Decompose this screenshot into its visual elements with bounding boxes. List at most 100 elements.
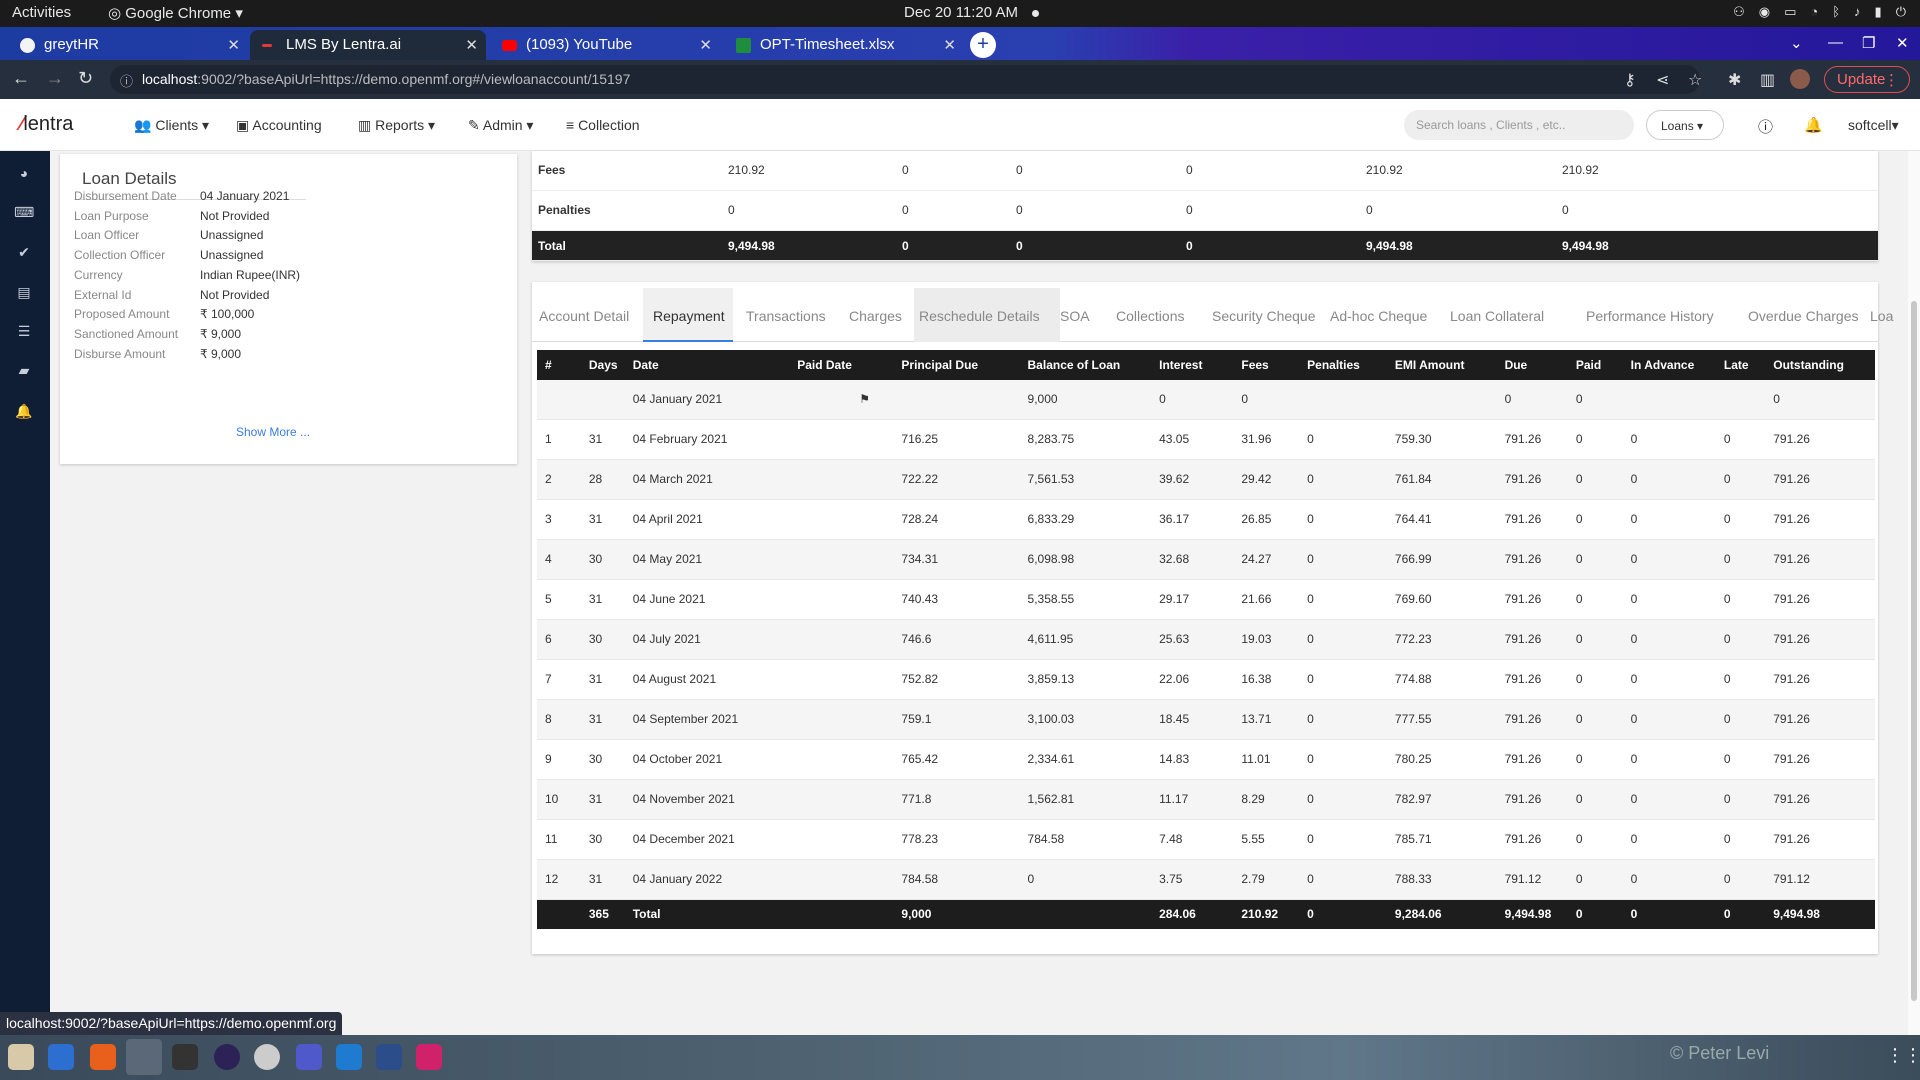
column-header[interactable]: Paid	[1567, 350, 1623, 380]
bluetooth-icon[interactable]: ᛒ	[1832, 4, 1840, 20]
chrome-dock-icon[interactable]	[126, 1039, 162, 1075]
column-header[interactable]: Fees	[1233, 350, 1300, 380]
power-menu-icon[interactable]: ⏻	[1896, 4, 1906, 20]
tab-performance-history[interactable]: Performance History	[1586, 308, 1714, 324]
browser-tab-lms[interactable]: LMS By Lentra.ai ✕	[250, 30, 486, 60]
tab-overdue-charges[interactable]: Overdue Charges	[1748, 308, 1859, 324]
lentra-logo[interactable]: ⁄lentra	[20, 113, 73, 136]
reload-icon[interactable]: ↻	[78, 68, 93, 89]
intellij-icon[interactable]	[416, 1044, 442, 1070]
close-tab-icon[interactable]: ✕	[465, 36, 478, 54]
files-icon[interactable]	[8, 1044, 34, 1070]
nav-reports[interactable]: ▥ Reports ▾	[358, 117, 435, 134]
tab-soa[interactable]: SOA	[1060, 308, 1090, 324]
close-tab-icon[interactable]: ✕	[943, 36, 956, 54]
tab-loa[interactable]: Loa	[1870, 308, 1893, 324]
tab-loan-collateral[interactable]: Loan Collateral	[1450, 308, 1544, 324]
tab-search-icon[interactable]: ⌄	[1790, 34, 1803, 52]
software-center-icon[interactable]	[90, 1044, 116, 1070]
browser-tab-timesheet[interactable]: OPT-Timesheet.xlsx ✕	[724, 30, 964, 60]
tab-transactions[interactable]: Transactions	[746, 308, 826, 324]
forward-icon[interactable]: →	[46, 68, 64, 89]
update-button[interactable]: Update ⋮	[1824, 66, 1910, 93]
page-scrollbar[interactable]	[1908, 151, 1920, 1035]
column-header[interactable]: Days	[580, 350, 625, 380]
nav-admin[interactable]: ✎ Admin ▾	[468, 117, 533, 134]
close-tab-icon[interactable]: ✕	[699, 36, 712, 54]
site-info-icon[interactable]: ⓘ	[120, 71, 133, 90]
back-icon[interactable]: ←	[12, 68, 30, 89]
column-header[interactable]: #	[537, 350, 581, 380]
column-header[interactable]: Date	[624, 350, 790, 380]
app-menu[interactable]: ◎ Google Chrome ▾	[108, 4, 243, 22]
address-bar[interactable]: ⓘ localhost:9002/?baseApiUrl=https://demo…	[110, 65, 1700, 94]
tab-collections[interactable]: Collections	[1116, 308, 1184, 324]
extensions-icon[interactable]: ✱	[1728, 70, 1741, 90]
user-menu[interactable]: softcell▾	[1848, 117, 1899, 134]
teams-tray-icon[interactable]: ⚇	[1733, 4, 1745, 20]
maximize-icon[interactable]: ❐	[1862, 34, 1875, 52]
tab-repayment[interactable]: Repayment	[653, 308, 725, 324]
profile-avatar[interactable]	[1790, 69, 1810, 89]
password-key-icon[interactable]: ⚷	[1624, 70, 1636, 90]
chrome-tray-icon[interactable]: ◉	[1759, 4, 1770, 20]
bookmark-star-icon[interactable]: ☆	[1688, 70, 1702, 90]
minimize-icon[interactable]: —	[1828, 34, 1843, 51]
folder-icon[interactable]: ▰	[14, 362, 34, 378]
nav-clients[interactable]: 👥 Clients ▾	[134, 117, 209, 134]
teams-icon[interactable]	[296, 1044, 322, 1070]
new-tab-button[interactable]: +	[970, 32, 996, 58]
column-header[interactable]: Late	[1715, 350, 1766, 380]
column-header[interactable]: In Advance	[1622, 350, 1716, 380]
tab-security-cheque[interactable]: Security Cheque	[1212, 308, 1316, 324]
app-grid-icon[interactable]: ⋮⋮	[1886, 1045, 1920, 1066]
keyboard-icon[interactable]: ⌨	[14, 204, 34, 220]
column-header[interactable]: Interest	[1151, 350, 1234, 380]
studio-icon[interactable]	[376, 1044, 402, 1070]
tab-reschedule-details[interactable]: Reschedule Details	[919, 308, 1040, 324]
share-icon[interactable]: ⋖	[1656, 70, 1669, 90]
volume-icon[interactable]: ♪	[1854, 4, 1861, 20]
eclipse-icon[interactable]	[214, 1044, 240, 1070]
vscode-icon[interactable]	[336, 1044, 362, 1070]
nav-accounting[interactable]: ▣ Accounting	[236, 117, 322, 134]
activities-button[interactable]: Activities	[12, 4, 71, 21]
notification-bell-icon[interactable]: 🔔	[1804, 116, 1823, 134]
browser-tab-youtube[interactable]: (1093) YouTube ✕	[490, 30, 720, 60]
column-header[interactable]: EMI Amount	[1386, 350, 1497, 380]
close-window-icon[interactable]: ✕	[1896, 34, 1909, 52]
battery-icon[interactable]: ▮	[1875, 4, 1882, 20]
checkmark-icon[interactable]: ✔	[14, 244, 34, 260]
table-cell	[789, 699, 894, 740]
wifi-icon[interactable]: ◔	[1810, 4, 1818, 20]
browser-tab-greythr[interactable]: greytHR ✕	[8, 30, 248, 60]
system-tray[interactable]: ⚇ ◉ ▭ ◔ ᛒ ♪ ▮ ⏻	[1733, 4, 1906, 20]
nav-collection[interactable]: ≡ Collection	[566, 117, 640, 133]
list-view-icon[interactable]: ☰	[14, 323, 34, 339]
documents-icon[interactable]: ▤	[14, 284, 34, 300]
text-editor-icon[interactable]	[48, 1044, 74, 1070]
column-header[interactable]: Paid Date	[789, 350, 894, 380]
column-header[interactable]: Principal Due	[893, 350, 1020, 380]
terminal-icon[interactable]	[172, 1044, 198, 1070]
search-scope-dropdown[interactable]: Loans ▾	[1646, 110, 1724, 140]
column-header[interactable]: Balance of Loan	[1019, 350, 1152, 380]
global-search-input[interactable]: Search loans , Clients , etc..	[1404, 110, 1634, 140]
column-header[interactable]: Due	[1496, 350, 1568, 380]
scrollbar-thumb[interactable]	[1911, 301, 1917, 1001]
drive-tray-icon[interactable]: ▭	[1784, 4, 1796, 20]
help-icon[interactable]: ⓘ	[1758, 116, 1773, 137]
table-row: 8 31 04 September 2021 759.1 3,100.03 18.45 13…	[537, 699, 1875, 740]
side-panel-icon[interactable]: ▥	[1760, 70, 1775, 90]
clock[interactable]: Dec 20 11:20 AM	[904, 4, 1018, 21]
column-header[interactable]: Outstanding	[1765, 350, 1875, 380]
settings-dock-icon[interactable]	[254, 1044, 280, 1070]
dashboard-icon[interactable]: ◕	[14, 165, 34, 181]
tab-ad-hoc-cheque[interactable]: Ad-hoc Cheque	[1330, 308, 1427, 324]
tab-account-detail[interactable]: Account Detail	[539, 308, 629, 324]
alerts-icon[interactable]: 🔔	[14, 403, 34, 419]
close-tab-icon[interactable]: ✕	[227, 36, 240, 54]
show-more-link[interactable]: Show More ...	[236, 425, 310, 439]
column-header[interactable]: Penalties	[1299, 350, 1387, 380]
tab-charges[interactable]: Charges	[849, 308, 902, 324]
